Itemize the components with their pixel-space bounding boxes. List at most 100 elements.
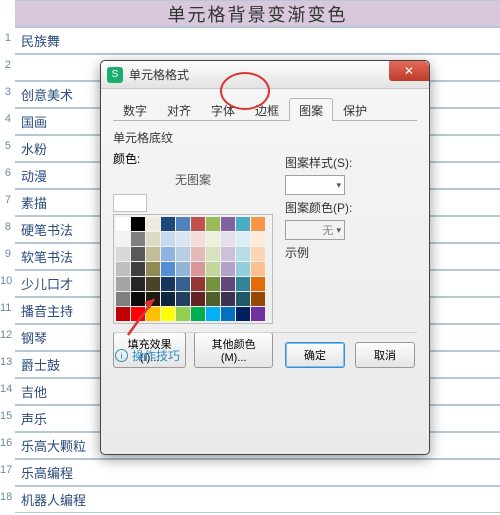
tab-1[interactable]: 对齐 — [157, 98, 201, 121]
color-swatch[interactable] — [221, 277, 235, 291]
color-swatch[interactable] — [131, 217, 145, 231]
color-swatch[interactable] — [236, 217, 250, 231]
sample-label: 示例 — [285, 244, 309, 261]
color-swatch[interactable] — [161, 277, 175, 291]
color-swatch[interactable] — [251, 247, 265, 261]
color-swatch[interactable] — [236, 247, 250, 261]
color-swatch[interactable] — [116, 232, 130, 246]
dialog-body: 数字对齐字体边框图案保护 单元格底纹 颜色: 无图案 填充效果(I)... 其他… — [101, 89, 429, 378]
color-palette — [113, 214, 273, 324]
row-number: 7 — [0, 194, 13, 206]
color-swatch[interactable] — [206, 262, 220, 276]
color-swatch[interactable] — [221, 292, 235, 306]
color-swatch[interactable] — [146, 217, 160, 231]
color-swatch[interactable] — [206, 307, 220, 321]
color-swatch[interactable] — [116, 217, 130, 231]
ok-button[interactable]: 确定 — [285, 342, 345, 368]
color-swatch[interactable] — [161, 292, 175, 306]
color-swatch[interactable] — [221, 232, 235, 246]
color-swatch[interactable] — [146, 232, 160, 246]
color-swatch[interactable] — [146, 307, 160, 321]
chevron-down-icon: ▾ — [336, 225, 341, 236]
color-swatch[interactable] — [131, 277, 145, 291]
color-swatch[interactable] — [116, 307, 130, 321]
color-swatch[interactable] — [206, 277, 220, 291]
color-swatch[interactable] — [176, 292, 190, 306]
color-swatch[interactable] — [191, 262, 205, 276]
color-swatch[interactable] — [131, 307, 145, 321]
color-swatch[interactable] — [116, 277, 130, 291]
color-swatch[interactable] — [116, 262, 130, 276]
color-swatch[interactable] — [251, 292, 265, 306]
color-swatch[interactable] — [251, 217, 265, 231]
color-swatch[interactable] — [236, 292, 250, 306]
dialog-titlebar[interactable]: S 单元格格式 ✕ — [101, 61, 429, 89]
color-swatch[interactable] — [131, 262, 145, 276]
no-pattern-label: 无图案 — [113, 167, 273, 192]
color-swatch[interactable] — [161, 307, 175, 321]
no-fill-swatch[interactable] — [113, 194, 147, 212]
color-swatch[interactable] — [116, 292, 130, 306]
color-swatch[interactable] — [176, 262, 190, 276]
color-swatch[interactable] — [236, 277, 250, 291]
color-swatch[interactable] — [176, 277, 190, 291]
color-swatch[interactable] — [206, 292, 220, 306]
row-number: 3 — [0, 86, 13, 98]
color-swatch[interactable] — [146, 277, 160, 291]
tab-0[interactable]: 数字 — [113, 98, 157, 121]
color-swatch[interactable] — [161, 217, 175, 231]
cell[interactable]: 机器人编程 — [15, 486, 500, 513]
color-swatch[interactable] — [191, 292, 205, 306]
color-swatch[interactable] — [206, 247, 220, 261]
color-swatch[interactable] — [206, 217, 220, 231]
pattern-color-combo[interactable]: 无 ▾ — [285, 220, 345, 240]
color-swatch[interactable] — [146, 247, 160, 261]
color-swatch[interactable] — [221, 247, 235, 261]
color-swatch[interactable] — [146, 292, 160, 306]
color-swatch[interactable] — [236, 232, 250, 246]
color-swatch[interactable] — [161, 232, 175, 246]
close-button[interactable]: ✕ — [389, 61, 429, 81]
color-swatch[interactable] — [131, 292, 145, 306]
color-swatch[interactable] — [191, 307, 205, 321]
color-swatch[interactable] — [191, 247, 205, 261]
tab-5[interactable]: 保护 — [333, 98, 377, 121]
color-swatch[interactable] — [236, 307, 250, 321]
color-swatch[interactable] — [116, 247, 130, 261]
cell[interactable]: 乐高编程 — [15, 459, 500, 486]
color-swatch[interactable] — [221, 217, 235, 231]
other-colors-button[interactable]: 其他颜色(M)... — [194, 332, 273, 368]
cancel-button[interactable]: 取消 — [355, 342, 415, 368]
dialog-footer-line — [113, 332, 417, 333]
tips-label: 操作技巧 — [132, 347, 180, 364]
color-swatch[interactable] — [131, 247, 145, 261]
color-swatch[interactable] — [191, 277, 205, 291]
color-swatch[interactable] — [221, 262, 235, 276]
dialog-title: 单元格格式 — [129, 66, 189, 83]
pattern-style-combo[interactable]: ▾ — [285, 175, 345, 195]
color-swatch[interactable] — [251, 232, 265, 246]
color-swatch[interactable] — [161, 247, 175, 261]
color-swatch[interactable] — [176, 247, 190, 261]
color-swatch[interactable] — [176, 217, 190, 231]
row-number: 6 — [0, 167, 13, 179]
tab-2[interactable]: 字体 — [201, 98, 245, 121]
color-swatch[interactable] — [161, 262, 175, 276]
color-swatch[interactable] — [206, 232, 220, 246]
color-swatch[interactable] — [176, 232, 190, 246]
row-number: 12 — [0, 329, 13, 341]
color-swatch[interactable] — [221, 307, 235, 321]
color-swatch[interactable] — [236, 262, 250, 276]
color-swatch[interactable] — [251, 262, 265, 276]
color-swatch[interactable] — [251, 307, 265, 321]
color-swatch[interactable] — [176, 307, 190, 321]
tab-4[interactable]: 图案 — [289, 98, 333, 121]
color-swatch[interactable] — [146, 262, 160, 276]
color-swatch[interactable] — [131, 232, 145, 246]
color-swatch[interactable] — [191, 217, 205, 231]
tips-link[interactable]: i 操作技巧 — [115, 347, 180, 364]
cell[interactable]: 民族舞 — [15, 27, 500, 54]
tab-3[interactable]: 边框 — [245, 98, 289, 121]
color-swatch[interactable] — [191, 232, 205, 246]
color-swatch[interactable] — [251, 277, 265, 291]
